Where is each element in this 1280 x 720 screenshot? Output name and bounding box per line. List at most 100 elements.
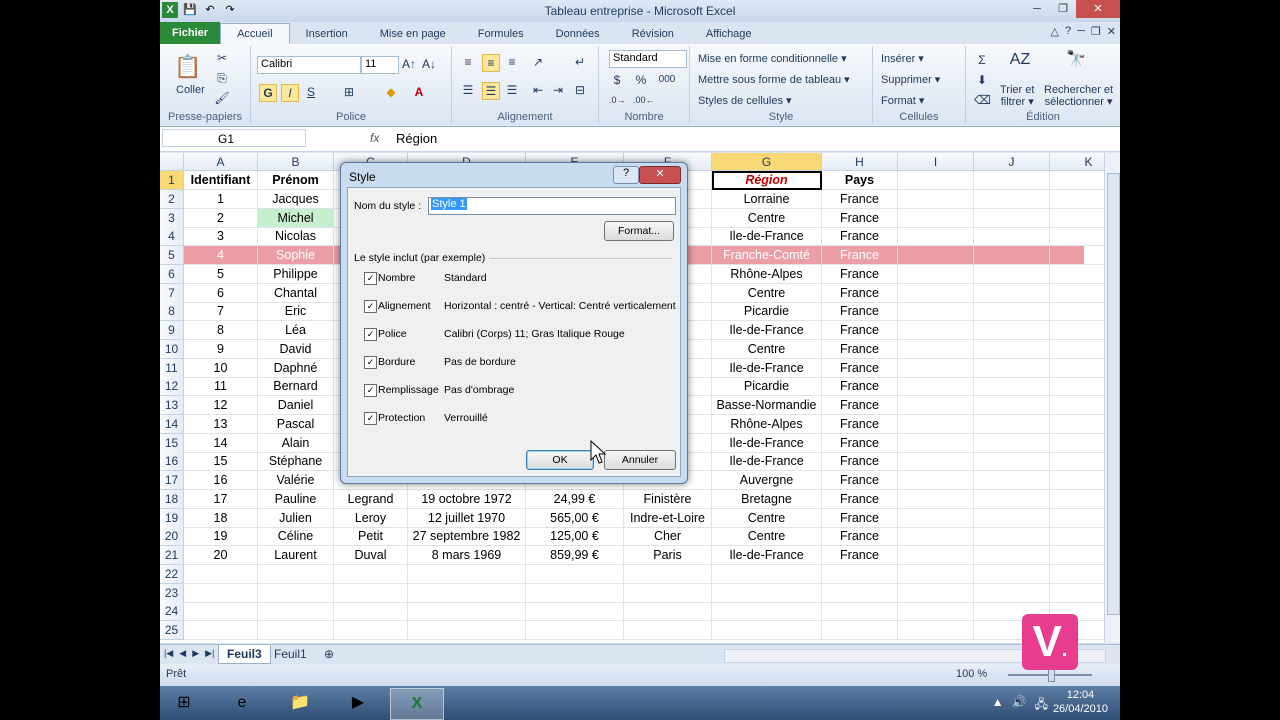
option-label[interactable]: Nombre bbox=[378, 272, 415, 284]
table-cell[interactable] bbox=[1050, 246, 1104, 265]
cut-icon[interactable]: ✂ bbox=[214, 50, 230, 66]
restore-button[interactable]: ❐ bbox=[1050, 0, 1076, 18]
row-header[interactable]: 14 bbox=[160, 414, 184, 434]
table-cell[interactable] bbox=[624, 583, 712, 603]
conditional-formatting-button[interactable]: Mise en forme conditionnelle ▾ bbox=[698, 52, 847, 65]
number-format-select[interactable]: Standard bbox=[609, 50, 687, 68]
table-cell[interactable] bbox=[898, 489, 974, 509]
table-cell[interactable] bbox=[898, 546, 974, 565]
table-cell[interactable] bbox=[1050, 434, 1104, 453]
option-label[interactable]: Alignement bbox=[378, 300, 431, 312]
style-name-input[interactable]: Style 1 bbox=[428, 197, 676, 215]
decrease-indent-icon[interactable]: ⇤ bbox=[530, 82, 546, 98]
formula-input[interactable]: Région bbox=[396, 131, 437, 146]
option-label[interactable]: Bordure bbox=[378, 356, 415, 368]
table-cell[interactable] bbox=[1050, 265, 1104, 284]
table-cell[interactable] bbox=[898, 396, 974, 415]
table-cell[interactable]: France bbox=[822, 396, 898, 415]
table-cell[interactable]: Picardie bbox=[712, 302, 822, 322]
table-cell[interactable]: 5 bbox=[184, 264, 258, 284]
table-cell[interactable]: 15 bbox=[184, 452, 258, 472]
autosum-icon[interactable]: Σ bbox=[974, 52, 990, 68]
table-cell[interactable]: France bbox=[822, 246, 898, 265]
tab-review[interactable]: Révision bbox=[616, 24, 690, 44]
align-right-icon[interactable]: ☰ bbox=[504, 82, 520, 98]
row-header[interactable]: 11 bbox=[160, 358, 184, 378]
table-cell[interactable]: France bbox=[822, 433, 898, 453]
table-cell[interactable]: Valérie bbox=[258, 471, 334, 490]
table-cell[interactable]: Céline bbox=[258, 527, 334, 547]
italic-button[interactable]: I bbox=[281, 84, 299, 102]
table-cell[interactable] bbox=[1050, 190, 1104, 209]
table-cell[interactable]: Rhône-Alpes bbox=[712, 414, 822, 434]
table-cell[interactable]: Lorraine bbox=[712, 189, 822, 209]
row-header[interactable]: 9 bbox=[160, 321, 184, 340]
copy-icon[interactable]: ⎘ bbox=[214, 70, 230, 86]
table-cell[interactable] bbox=[624, 602, 712, 622]
table-cell[interactable]: Finistère bbox=[624, 489, 712, 509]
first-sheet-icon[interactable]: |◀ bbox=[164, 648, 173, 659]
zoom-slider-thumb[interactable] bbox=[1048, 669, 1055, 682]
row-header[interactable]: 21 bbox=[160, 546, 184, 565]
cell-styles-button[interactable]: Styles de cellules ▾ bbox=[698, 94, 792, 107]
row-header[interactable]: 1 bbox=[160, 171, 184, 190]
minimize-button[interactable]: ─ bbox=[1024, 0, 1050, 18]
table-cell[interactable] bbox=[526, 583, 624, 603]
column-header[interactable]: B bbox=[258, 153, 334, 171]
row-header[interactable]: 24 bbox=[160, 602, 184, 622]
column-header[interactable]: A bbox=[184, 153, 258, 171]
table-cell[interactable]: Basse-Normandie bbox=[712, 396, 822, 415]
table-cell[interactable]: 4 bbox=[184, 246, 258, 265]
shrink-font-icon[interactable]: A↓ bbox=[421, 56, 437, 72]
table-cell[interactable]: 125,00 € bbox=[526, 527, 624, 547]
format-button[interactable]: Format... bbox=[604, 221, 674, 241]
table-cell[interactable] bbox=[1050, 209, 1104, 228]
table-cell[interactable]: 7 bbox=[184, 302, 258, 322]
option-label[interactable]: Protection bbox=[378, 412, 425, 424]
percent-button[interactable]: % bbox=[633, 72, 649, 88]
table-cell[interactable]: 16 bbox=[184, 471, 258, 490]
table-cell[interactable] bbox=[974, 489, 1050, 509]
table-cell[interactable] bbox=[898, 246, 974, 265]
vertical-scrollbar[interactable] bbox=[1104, 153, 1120, 643]
table-cell[interactable] bbox=[974, 527, 1050, 547]
table-cell[interactable]: France bbox=[822, 377, 898, 397]
option-checkbox[interactable]: ✓ bbox=[364, 272, 377, 285]
table-cell[interactable]: 13 bbox=[184, 414, 258, 434]
row-header[interactable]: 19 bbox=[160, 508, 184, 528]
table-cell[interactable]: Philippe bbox=[258, 264, 334, 284]
table-cell[interactable]: France bbox=[822, 527, 898, 547]
table-cell[interactable] bbox=[1050, 565, 1104, 584]
row-header[interactable]: 6 bbox=[160, 264, 184, 284]
option-label[interactable]: Police bbox=[378, 328, 407, 340]
table-cell[interactable]: 859,99 € bbox=[526, 546, 624, 565]
table-cell[interactable] bbox=[258, 602, 334, 622]
table-cell[interactable] bbox=[974, 227, 1050, 247]
table-cell[interactable]: Ile-de-France bbox=[712, 358, 822, 378]
decrease-decimal-icon[interactable]: .00← bbox=[633, 92, 655, 108]
bold-button[interactable]: G bbox=[259, 84, 277, 102]
minimize-ribbon-icon[interactable]: △ bbox=[1051, 25, 1059, 38]
option-label[interactable]: Remplissage bbox=[378, 384, 439, 396]
cancel-button[interactable]: Annuler bbox=[604, 450, 676, 470]
table-cell[interactable] bbox=[1050, 227, 1104, 247]
workbook-close-icon[interactable]: ✕ bbox=[1107, 25, 1116, 38]
table-cell[interactable] bbox=[898, 171, 974, 190]
table-cell[interactable] bbox=[334, 564, 408, 584]
table-cell[interactable]: France bbox=[822, 414, 898, 434]
table-cell[interactable]: Paris bbox=[624, 546, 712, 565]
find-select-button[interactable]: Rechercher et sélectionner ▾ bbox=[1044, 84, 1113, 108]
table-cell[interactable] bbox=[822, 583, 898, 603]
table-cell[interactable] bbox=[898, 377, 974, 397]
table-cell[interactable]: France bbox=[822, 227, 898, 247]
table-cell[interactable] bbox=[712, 564, 822, 584]
font-size-select[interactable]: 11 bbox=[361, 56, 399, 74]
table-cell[interactable] bbox=[974, 546, 1050, 565]
table-cell[interactable]: Centre bbox=[712, 208, 822, 228]
tray-arrow-icon[interactable]: ▲ bbox=[992, 695, 1004, 716]
zoom-level[interactable]: 100 % bbox=[956, 668, 987, 680]
table-cell[interactable]: 1 bbox=[184, 189, 258, 209]
table-cell[interactable]: France bbox=[822, 339, 898, 359]
table-cell[interactable] bbox=[974, 246, 1050, 265]
table-cell[interactable] bbox=[898, 321, 974, 340]
